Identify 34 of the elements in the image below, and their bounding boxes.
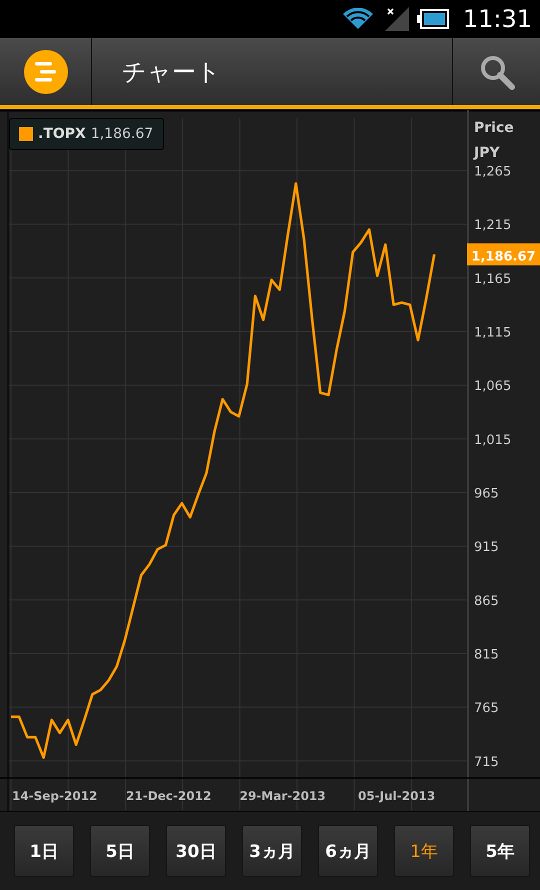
- x-tick-label: 21-Dec-2012: [126, 789, 212, 803]
- y-tick-label: 1,265: [474, 164, 512, 180]
- y-tick-label: 765: [474, 701, 499, 716]
- series-value: 1,186.67: [90, 126, 154, 142]
- period-button[interactable]: 30日: [166, 825, 226, 877]
- y-tick-label: 965: [474, 486, 499, 502]
- period-button[interactable]: 1年: [394, 825, 454, 877]
- clock-time: 11:31: [462, 5, 532, 33]
- y-tick-label: 1,115: [474, 326, 512, 341]
- axis-title: Price: [474, 120, 514, 136]
- y-tick-label: 865: [474, 594, 499, 609]
- wifi-icon: [342, 8, 373, 30]
- screen-title: チャート: [121, 56, 222, 88]
- period-button[interactable]: 5年: [470, 825, 530, 877]
- period-button[interactable]: 3ヵ月: [242, 825, 302, 877]
- x-tick-label: 14-Sep-2012: [12, 789, 98, 803]
- y-tick-label: 715: [474, 754, 499, 770]
- y-tick-label: 1,065: [474, 379, 512, 394]
- y-tick-label: 1,015: [474, 432, 512, 448]
- currency-label: JPY: [474, 145, 500, 161]
- x-tick-label: 29-Mar-2013: [240, 789, 326, 803]
- no-signal-icon: [384, 7, 409, 31]
- y-tick-label: 915: [474, 540, 499, 556]
- menu-icon: [22, 48, 68, 94]
- period-button[interactable]: 1日: [14, 825, 74, 877]
- period-button[interactable]: 5日: [90, 825, 150, 877]
- y-tick-label: 1,215: [474, 218, 512, 234]
- y-tick-label: 815: [474, 648, 499, 662]
- price-tag: 1,186.67: [467, 243, 540, 266]
- battery-icon: [416, 9, 449, 29]
- series-symbol: .TOPX: [38, 126, 86, 142]
- y-tick-label: 1,165: [474, 272, 512, 287]
- x-tick-label: 05-Jul-2013: [358, 789, 436, 803]
- period-button[interactable]: 6ヵ月: [318, 825, 378, 877]
